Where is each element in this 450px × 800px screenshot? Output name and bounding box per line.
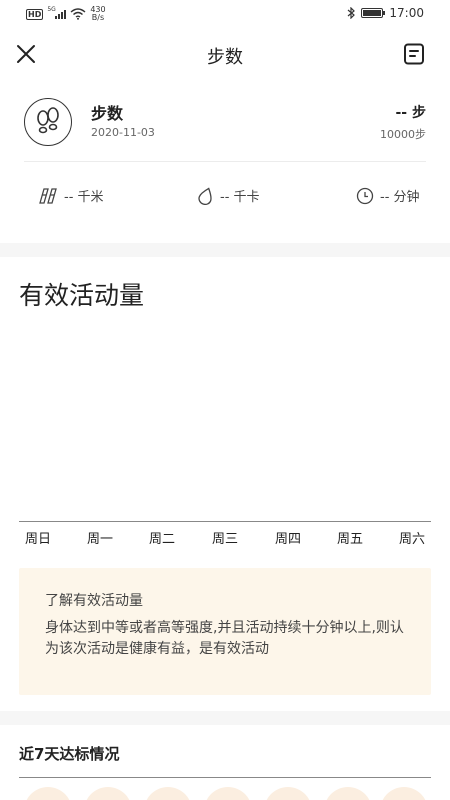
- signal-label: 5G: [47, 6, 56, 13]
- app-header: 步数: [0, 34, 450, 74]
- activity-chart-axis: [19, 521, 431, 522]
- activity-title: 有效活动量: [19, 281, 145, 310]
- speed-unit: B/s: [91, 13, 105, 22]
- summary-step-count: -- 步: [395, 105, 427, 121]
- weekday-label: 周日: [24, 532, 51, 547]
- metric-calories-label: -- 千卡: [220, 190, 260, 205]
- section-separator: [0, 711, 450, 725]
- week-status-title: 近7天达标情况: [19, 745, 120, 763]
- steps-summary: 步数 2020-11-03 -- 步 10000步: [24, 98, 426, 148]
- summary-name: 步数: [91, 104, 124, 123]
- metric-duration: -- 分钟: [356, 186, 420, 205]
- hd-badge: HD: [26, 8, 44, 20]
- clock-icon: [356, 187, 374, 204]
- metric-duration-label: -- 分钟: [380, 190, 420, 205]
- document-icon: [404, 43, 424, 65]
- day-status-circle: [84, 787, 132, 800]
- summary-step-goal: 10000步: [380, 128, 426, 141]
- day-status-circle: [24, 787, 72, 800]
- weekday-label: 周一: [86, 532, 113, 547]
- battery-icon: [361, 8, 386, 18]
- status-right: 17:00: [347, 6, 424, 20]
- status-time: 17:00: [389, 6, 424, 20]
- info-title: 了解有效活动量: [45, 593, 143, 609]
- weekday-label: 周二: [148, 532, 175, 547]
- bluetooth-icon: [348, 7, 356, 19]
- walking-distance-icon: [39, 187, 57, 204]
- wifi-icon: [70, 8, 86, 20]
- info-body: 身体达到中等或者高等强度,并且活动持续十分钟以上,则认为该次活动是健康有益，是有…: [45, 620, 404, 657]
- weekday-label: 周四: [274, 532, 301, 547]
- network-speed: 430 B/s: [90, 6, 105, 22]
- day-status-circle: [324, 787, 372, 800]
- section-separator: [0, 243, 450, 257]
- day-status-circle: [380, 787, 428, 800]
- weekday-label: 周六: [398, 532, 425, 547]
- day-status-circle: [204, 787, 252, 800]
- metric-distance: -- 千米: [38, 186, 104, 205]
- day-status-circle: [264, 787, 312, 800]
- week-status-circles: [0, 787, 450, 800]
- steps-avatar: [24, 98, 72, 146]
- metrics-row: -- 千米 -- 千卡 -- 分钟: [0, 186, 450, 208]
- records-button[interactable]: [402, 42, 426, 66]
- week-divider: [19, 777, 431, 778]
- page-title: 步数: [207, 47, 243, 68]
- signal-icon: 5G: [47, 6, 67, 19]
- status-left: HD 5G 430 B/s: [26, 6, 106, 22]
- battery-level: [363, 10, 381, 16]
- summary-date: 2020-11-03: [91, 126, 155, 139]
- summary-divider: [24, 161, 426, 162]
- weekday-labels: 周日 周一 周二 周三 周四 周五 周六: [0, 528, 450, 547]
- status-bar: HD 5G 430 B/s 17:00: [0, 0, 450, 28]
- metric-calories: -- 千卡: [198, 186, 260, 205]
- activity-info-card: 了解有效活动量 身体达到中等或者高等强度,并且活动持续十分钟以上,则认为该次活动…: [19, 568, 431, 695]
- metric-distance-label: -- 千米: [64, 190, 104, 205]
- weekday-label: 周五: [336, 532, 363, 547]
- weekday-label: 周三: [211, 532, 238, 547]
- day-status-circle: [144, 787, 192, 800]
- footprints-icon: [37, 107, 59, 134]
- calorie-drop-icon: [198, 187, 212, 205]
